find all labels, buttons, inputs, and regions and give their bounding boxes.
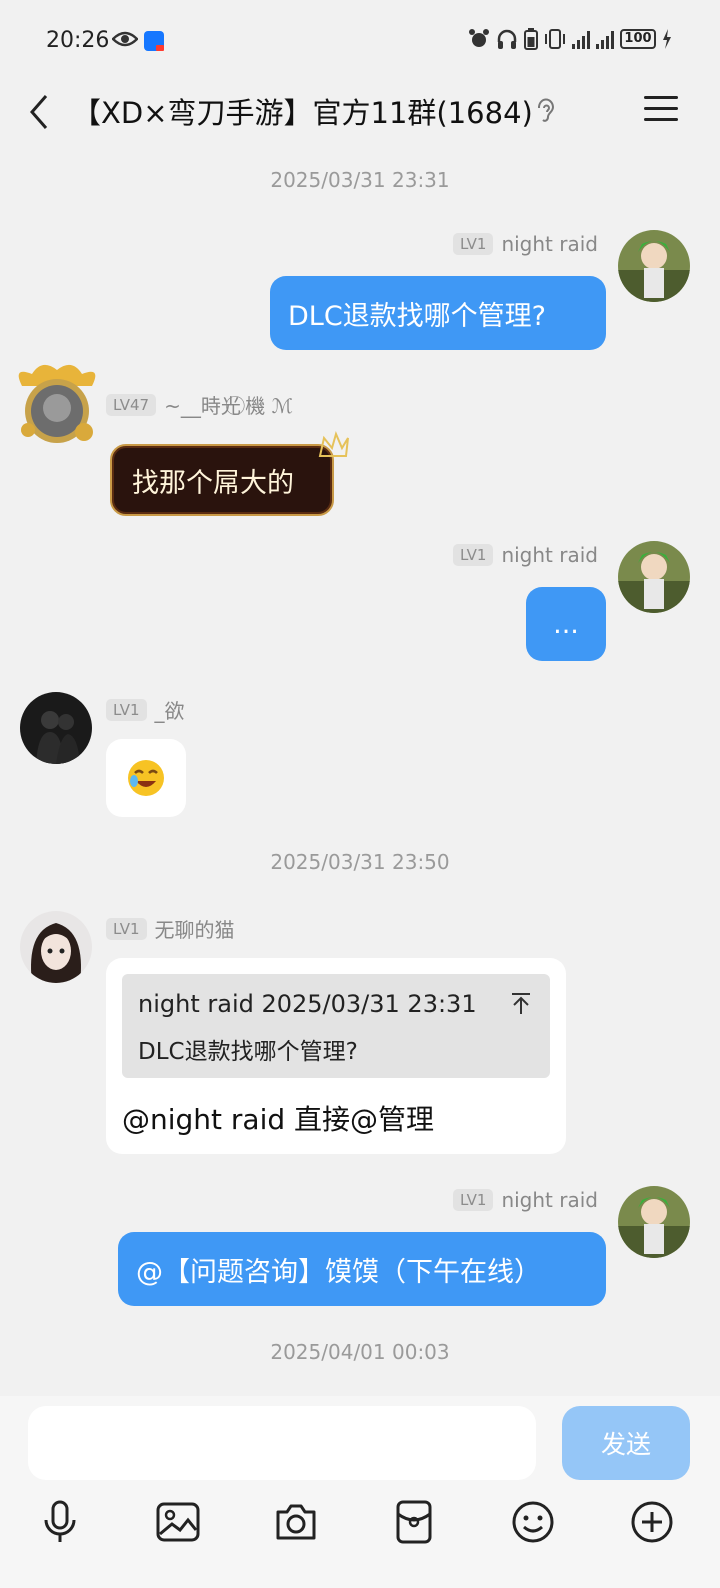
sender-name: night raid bbox=[501, 543, 598, 567]
level-badge: LV1 bbox=[452, 1189, 494, 1211]
message-timestamp: 2025/03/31 23:31 bbox=[270, 168, 450, 192]
plus-circle-icon bbox=[631, 1501, 673, 1543]
eye-icon bbox=[111, 30, 139, 52]
message-bubble[interactable]: 找那个屌大的 bbox=[110, 444, 334, 516]
sender-info: LV1 night raid bbox=[452, 1188, 598, 1212]
level-badge: LV1 bbox=[106, 698, 147, 721]
red-packet-icon bbox=[396, 1500, 432, 1544]
avatar[interactable] bbox=[18, 364, 98, 450]
laughing-emoji-icon bbox=[128, 760, 164, 796]
chevron-left-icon bbox=[30, 95, 48, 129]
alarm-icon bbox=[469, 29, 489, 47]
level-badge: LV1 bbox=[452, 233, 494, 255]
sender-name: night raid bbox=[501, 1188, 598, 1212]
chat-header: 【XD×弯刀手游】官方11群(1684) bbox=[0, 80, 720, 142]
emoji-button[interactable] bbox=[505, 1494, 561, 1550]
message-bubble[interactable] bbox=[106, 739, 186, 817]
battery-saver-icon bbox=[524, 28, 538, 50]
avatar[interactable] bbox=[20, 692, 92, 764]
send-button[interactable]: 发送 bbox=[562, 1406, 690, 1480]
image-button[interactable] bbox=[150, 1494, 206, 1550]
level-badge: LV1 bbox=[452, 544, 494, 566]
message-text: @【问题咨询】馍馍（下午在线） bbox=[136, 1256, 541, 1288]
sender-name: night raid bbox=[501, 232, 598, 256]
message-timestamp: 2025/03/31 23:50 bbox=[270, 850, 450, 874]
jump-to-original-icon[interactable] bbox=[510, 992, 532, 1020]
sender-info: LV1 night raid bbox=[452, 543, 598, 567]
quote-text: DLC退款找哪个管理? bbox=[138, 1039, 358, 1065]
red-packet-button[interactable] bbox=[386, 1494, 442, 1550]
group-title[interactable]: 【XD×弯刀手游】官方11群(1684) bbox=[72, 90, 533, 132]
signal-5g-icon-1 bbox=[572, 29, 590, 49]
message-input[interactable] bbox=[28, 1406, 536, 1480]
crown-decoration-icon bbox=[318, 431, 349, 457]
menu-button[interactable] bbox=[644, 94, 678, 124]
avatar[interactable] bbox=[618, 541, 690, 613]
composer-toolbar bbox=[0, 1494, 720, 1554]
message-bubble[interactable]: DLC退款找哪个管理? bbox=[270, 276, 606, 350]
ear-icon[interactable] bbox=[535, 96, 557, 128]
image-icon bbox=[156, 1502, 200, 1542]
level-badge: LV1 bbox=[106, 917, 147, 940]
message-text: @night raid 直接@管理 bbox=[122, 1103, 435, 1136]
quoted-message[interactable]: night raid 2025/03/31 23:31 DLC退款找哪个管理? bbox=[122, 974, 550, 1078]
camera-icon bbox=[276, 1504, 316, 1540]
avatar[interactable] bbox=[20, 911, 92, 983]
message-bubble[interactable]: @【问题咨询】馍馍（下午在线） bbox=[118, 1232, 606, 1306]
status-bar: 20:26 100 bbox=[0, 0, 720, 80]
headphones-icon bbox=[497, 29, 517, 49]
message-bubble[interactable]: ... bbox=[526, 587, 606, 661]
charging-icon bbox=[663, 29, 671, 49]
composer: 发送 bbox=[0, 1396, 720, 1588]
battery-indicator: 100 bbox=[620, 29, 656, 49]
status-icons: 100 bbox=[468, 28, 672, 50]
sender-name: _欲 bbox=[154, 699, 185, 723]
sender-name: 无聊的猫 bbox=[154, 918, 235, 942]
alipay-icon bbox=[144, 31, 164, 51]
smiley-icon bbox=[512, 1501, 554, 1543]
sender-info: LV1 night raid bbox=[452, 232, 598, 256]
camera-button[interactable] bbox=[268, 1494, 324, 1550]
more-button[interactable] bbox=[624, 1494, 680, 1550]
level-badge: LV47 bbox=[106, 393, 157, 416]
voice-button[interactable] bbox=[32, 1494, 88, 1550]
vibrate-icon bbox=[545, 29, 565, 49]
quote-header: night raid 2025/03/31 23:31 bbox=[138, 990, 477, 1018]
sender-info: LV47 ~__時光 ⃝機 ℳ bbox=[106, 390, 293, 419]
message-timestamp: 2025/04/01 00:03 bbox=[270, 1340, 450, 1364]
sender-info: LV1 无聊的猫 bbox=[106, 914, 235, 943]
avatar[interactable] bbox=[618, 1186, 690, 1258]
avatar[interactable] bbox=[618, 230, 690, 302]
status-time: 20:26 bbox=[46, 28, 110, 53]
reply-message-bubble[interactable]: night raid 2025/03/31 23:31 DLC退款找哪个管理? … bbox=[106, 958, 566, 1154]
sender-name: ~__時光 ⃝機 ℳ bbox=[164, 394, 294, 418]
back-button[interactable] bbox=[22, 86, 62, 134]
sender-info: LV1 _欲 bbox=[106, 695, 185, 724]
message-text: DLC退款找哪个管理? bbox=[288, 300, 547, 332]
message-text: ... bbox=[553, 608, 579, 640]
microphone-icon bbox=[44, 1500, 76, 1542]
message-text: 找那个屌大的 bbox=[132, 467, 294, 499]
signal-5g-icon-2 bbox=[596, 29, 614, 49]
